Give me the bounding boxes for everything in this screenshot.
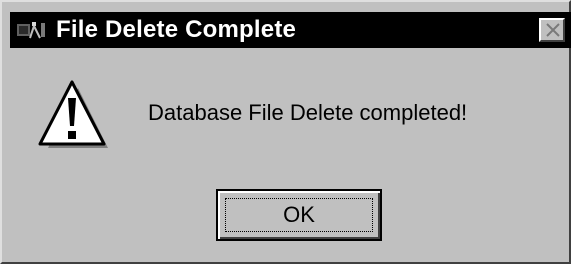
ok-button[interactable]: OK [216,189,382,241]
file-delete-complete-dialog: File Delete Complete Database File Delet… [0,0,571,264]
message-text: Database File Delete completed! [148,100,468,125]
window-title: File Delete Complete [56,16,297,43]
app-icon [16,20,48,40]
close-icon [546,23,560,37]
close-button[interactable] [539,18,565,42]
warning-icon [38,80,108,156]
title-bar[interactable]: File Delete Complete [10,12,571,48]
ok-button-label: OK [283,202,315,227]
